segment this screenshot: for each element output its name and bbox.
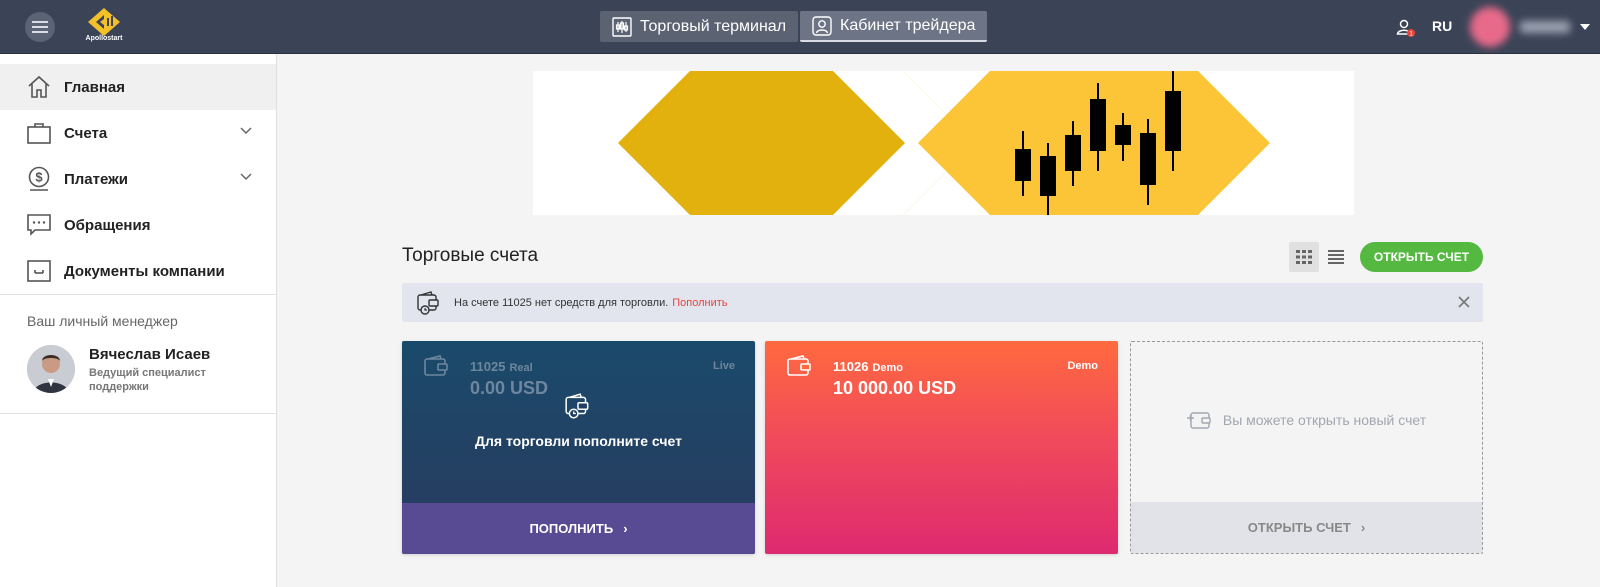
- wallet-clock-icon: [565, 393, 589, 419]
- sidebar-item-tickets[interactable]: Обращения: [0, 202, 276, 248]
- sidebar-divider: [0, 413, 276, 414]
- hamburger-menu-button[interactable]: [25, 12, 55, 42]
- chevron-down-icon: [240, 173, 252, 181]
- sidebar-item-label: Обращения: [64, 216, 151, 234]
- svg-text:$: $: [35, 170, 43, 185]
- candlestick-icon: [612, 16, 632, 37]
- person-photo-icon: [27, 345, 75, 393]
- sidebar-divider: [0, 294, 276, 295]
- user-notification-icon: 1: [1396, 19, 1415, 38]
- deposit-button-label: ПОПОЛНИТЬ: [529, 521, 614, 536]
- sidebar-item-documents[interactable]: Документы компании: [0, 248, 276, 294]
- tab-trading-terminal[interactable]: Торговый терминал: [600, 11, 799, 42]
- logo-icon: [88, 8, 120, 36]
- user-menu-caret-icon[interactable]: [1580, 24, 1590, 30]
- notifications-button[interactable]: 1: [1396, 18, 1416, 38]
- chat-icon: [27, 214, 51, 236]
- app-logo[interactable]: Apollostart: [82, 8, 126, 46]
- manager-section-title: Ваш личный менеджер: [27, 313, 178, 329]
- sidebar-item-accounts[interactable]: Счета: [0, 110, 276, 156]
- tab-trader-cabinet[interactable]: Кабинет трейдера: [800, 11, 988, 42]
- no-funds-alert: На счете 11025 нет средств для торговли.…: [402, 283, 1483, 322]
- chevron-down-icon: [240, 127, 252, 135]
- account-card-demo[interactable]: 11026 Demo Demo 10 000.00 USD: [765, 341, 1118, 554]
- grid-view-button[interactable]: [1289, 242, 1319, 272]
- chevron-right-icon: ›: [1360, 520, 1366, 535]
- list-view-button[interactable]: [1321, 242, 1351, 272]
- sidebar-item-label: Платежи: [64, 170, 128, 188]
- logo-text: Apollostart: [85, 35, 123, 42]
- language-selector[interactable]: RU: [1432, 18, 1452, 34]
- wallet-clock-icon: [417, 290, 439, 315]
- banner-graphic: [618, 71, 1270, 215]
- account-tag: Live: [712, 360, 735, 372]
- alert-deposit-link[interactable]: Пополнить: [672, 297, 727, 309]
- sidebar: Главная Счета $ Платежи Обращения Докуме…: [0, 54, 277, 587]
- wallet-icon: [787, 355, 811, 376]
- document-box-icon: [27, 260, 51, 282]
- alert-text: На счете 11025 нет средств для торговли.: [454, 296, 669, 309]
- sidebar-item-label: Документы компании: [64, 262, 225, 280]
- top-bar: Apollostart Торговый терминал Кабинет тр…: [0, 0, 1600, 54]
- account-number-value: 11026: [833, 359, 869, 374]
- add-wallet-icon: [1186, 412, 1211, 429]
- sidebar-item-home[interactable]: Главная: [0, 64, 276, 110]
- promo-banner[interactable]: [533, 71, 1354, 215]
- open-account-card-label: ОТКРЫТЬ СЧЕТ: [1247, 520, 1351, 535]
- sidebar-item-payments[interactable]: $ Платежи: [0, 156, 276, 202]
- accounts-title: Торговые счета: [402, 245, 539, 266]
- open-account-button[interactable]: ОТКРЫТЬ СЧЕТ: [1360, 242, 1483, 272]
- sidebar-item-label: Счета: [64, 124, 108, 142]
- manager-role: Ведущий специалист поддержки: [89, 367, 206, 393]
- home-icon: [28, 75, 50, 98]
- page-scrollbar[interactable]: [1590, 54, 1600, 587]
- account-type: Demo: [872, 362, 903, 374]
- user-profile[interactable]: [1470, 6, 1575, 48]
- dollar-circle-icon: $: [28, 166, 50, 191]
- tab-label: Кабинет трейдера: [840, 16, 976, 34]
- manager-avatar: [27, 345, 75, 393]
- account-tag: Demo: [1067, 360, 1098, 372]
- account-number: 11026 Demo: [833, 359, 903, 374]
- user-name-blurred: [1520, 21, 1570, 33]
- account-number: 11025 Real: [470, 359, 533, 374]
- grid-icon: [1296, 250, 1312, 264]
- account-balance: 0.00 USD: [470, 378, 549, 398]
- user-avatar: [1470, 7, 1510, 47]
- open-new-account-card[interactable]: Вы можете открыть новый счет ОТКРЫТЬ СЧЕ…: [1130, 341, 1483, 554]
- new-account-message: Вы можете открыть новый счет: [1131, 410, 1482, 430]
- tab-label: Торговый терминал: [640, 17, 787, 35]
- account-type: Real: [509, 362, 533, 374]
- hamburger-icon: [32, 21, 48, 33]
- briefcase-icon: [27, 123, 51, 144]
- manager-name: Вячеслав Исаев: [89, 346, 211, 363]
- account-card-real[interactable]: 11025 Real Live 0.00 USD Для торговли поп…: [402, 341, 755, 554]
- user-square-icon: [812, 15, 832, 36]
- chevron-right-icon: ›: [623, 521, 628, 536]
- sidebar-item-label: Главная: [64, 78, 126, 96]
- open-account-card-button[interactable]: ОТКРЫТЬ СЧЕТ ›: [1131, 502, 1482, 553]
- wallet-icon: [424, 355, 448, 376]
- list-icon: [1328, 250, 1344, 264]
- account-number-value: 11025: [470, 359, 506, 374]
- account-balance: 10 000.00 USD: [833, 378, 957, 398]
- new-account-text: Вы можете открыть новый счет: [1222, 412, 1427, 428]
- close-icon[interactable]: [1457, 295, 1471, 309]
- deposit-prompt: Для торговли пополните счет: [475, 433, 682, 449]
- deposit-button[interactable]: ПОПОЛНИТЬ ›: [402, 503, 755, 554]
